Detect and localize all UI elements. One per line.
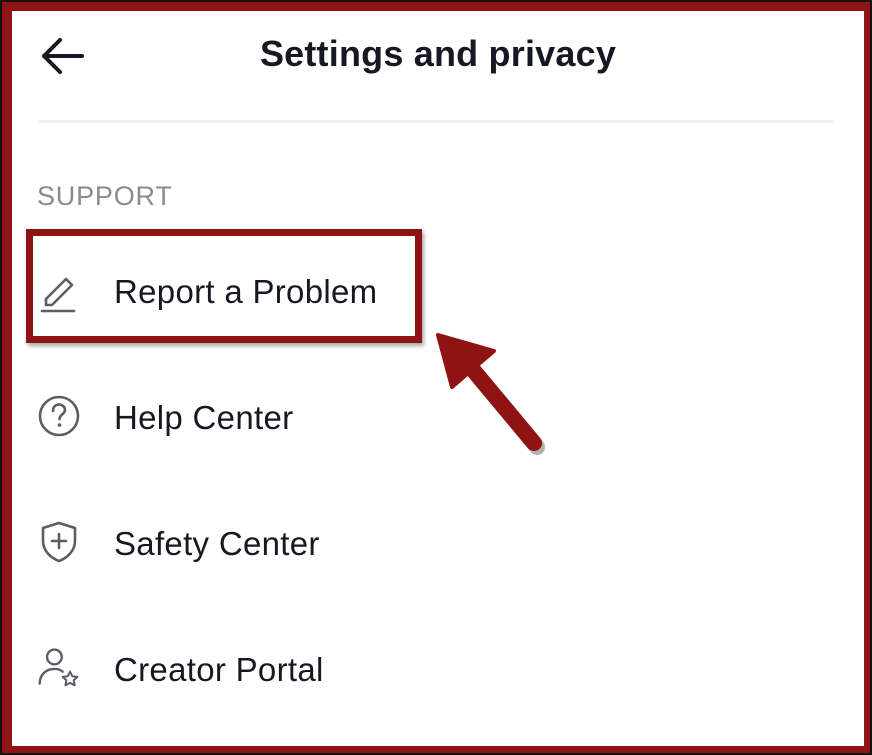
page-title: Settings and privacy bbox=[259, 33, 617, 74]
creator-portal-item[interactable]: Creator Portal bbox=[12, 615, 864, 715]
section-label-support: SUPPORT bbox=[37, 181, 173, 211]
pencil-icon bbox=[36, 267, 82, 313]
divider bbox=[38, 120, 834, 123]
safety-center-label: Safety Center bbox=[114, 525, 320, 562]
header: Settings and privacy bbox=[12, 11, 864, 101]
help-center-item[interactable]: Help Center bbox=[12, 363, 864, 463]
help-center-label: Help Center bbox=[114, 399, 294, 436]
creator-portal-label: Creator Portal bbox=[114, 651, 324, 688]
person-star-icon bbox=[36, 645, 82, 691]
settings-screen: Settings and privacy SUPPORT Report a Pr… bbox=[12, 11, 864, 746]
report-problem-label: Report a Problem bbox=[114, 273, 378, 310]
outer-frame: Settings and privacy SUPPORT Report a Pr… bbox=[0, 0, 872, 755]
report-problem-item[interactable]: Report a Problem bbox=[12, 237, 864, 337]
question-circle-icon bbox=[36, 393, 82, 439]
shield-plus-icon bbox=[36, 519, 82, 565]
safety-center-item[interactable]: Safety Center bbox=[12, 489, 864, 589]
